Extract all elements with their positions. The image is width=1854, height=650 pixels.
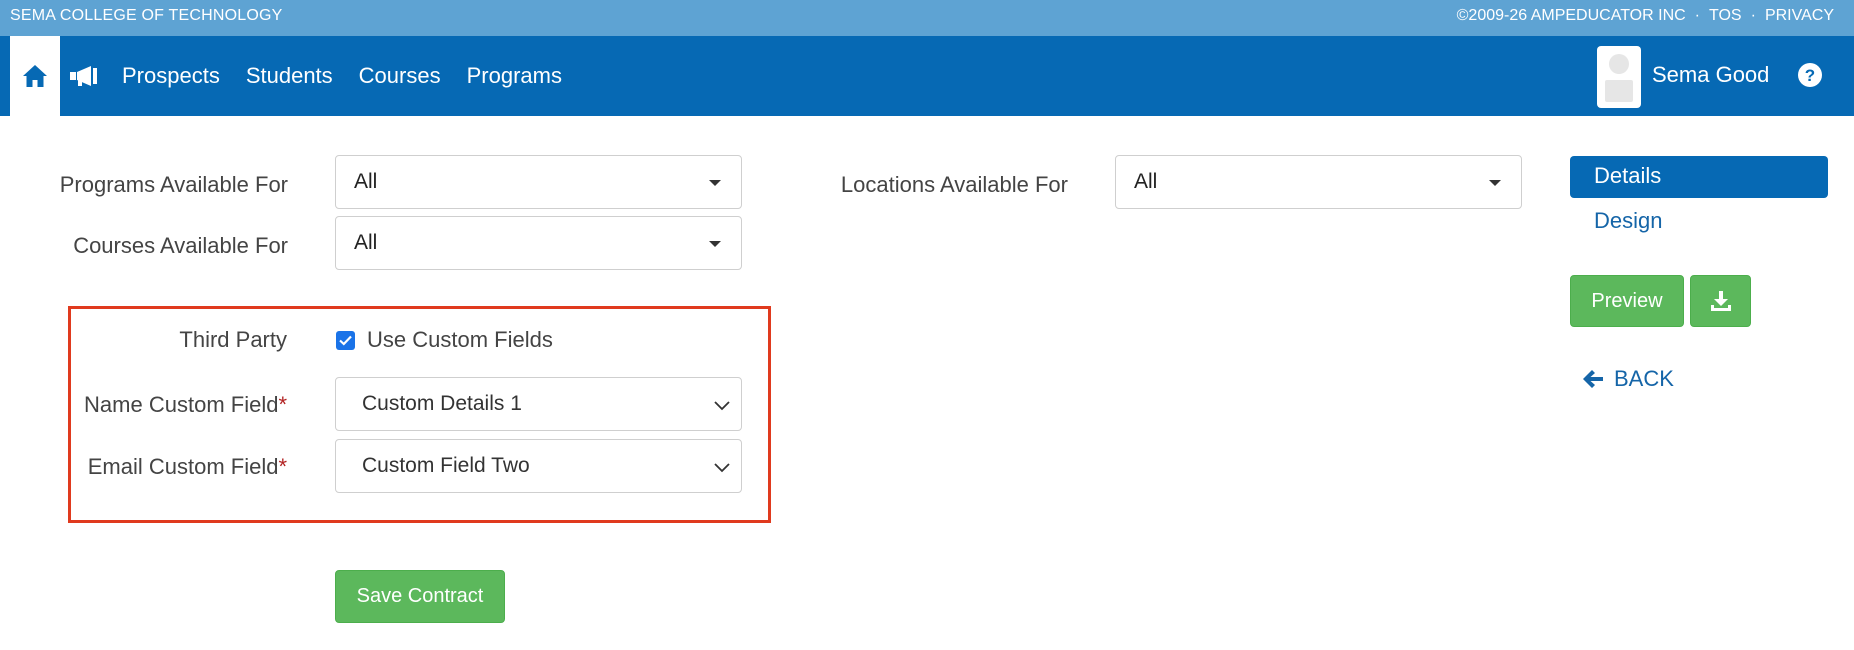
nav-programs[interactable]: Programs — [467, 63, 562, 89]
programs-available-label: Programs Available For — [59, 172, 288, 197]
download-button[interactable] — [1690, 275, 1751, 327]
chevron-down-icon — [714, 463, 730, 473]
download-icon — [1710, 291, 1731, 311]
required-marker: * — [278, 392, 287, 417]
avatar-body — [1605, 80, 1633, 102]
tos-link[interactable]: TOS — [1709, 7, 1742, 25]
use-custom-fields-label[interactable]: Use Custom Fields — [367, 327, 553, 353]
email-custom-field-text: Email Custom Field — [87, 454, 279, 479]
email-custom-field-value: Custom Field Two — [362, 454, 530, 477]
preview-button[interactable]: Preview — [1570, 275, 1684, 327]
privacy-link[interactable]: PRIVACY — [1765, 7, 1834, 25]
school-name: SEMA COLLEGE OF TECHNOLOGY — [10, 7, 283, 24]
nav-courses[interactable]: Courses — [359, 63, 441, 89]
sidebar-item-design[interactable]: Design — [1594, 208, 1662, 234]
programs-available-value: All — [354, 170, 378, 193]
email-custom-field-select[interactable]: Custom Field Two — [335, 439, 742, 493]
caret-down-icon — [709, 180, 721, 186]
checkmark-icon — [339, 335, 352, 346]
courses-available-select[interactable]: All — [335, 216, 742, 270]
name-custom-field-label: Name Custom Field* — [70, 392, 287, 418]
arrow-left-icon — [1583, 370, 1603, 388]
locations-available-select[interactable]: All — [1115, 155, 1522, 209]
courses-available-label: Courses Available For — [73, 233, 288, 258]
programs-available-select[interactable]: All — [335, 155, 742, 209]
name-custom-field-value: Custom Details 1 — [362, 392, 522, 415]
save-contract-button[interactable]: Save Contract — [335, 570, 505, 623]
footer-links: ©2009-26 AMPEDUCATOR INC · TOS · PRIVACY — [1457, 7, 1834, 25]
courses-available-value: All — [354, 231, 378, 254]
copyright-text: ©2009-26 AMPEDUCATOR INC — [1456, 7, 1686, 24]
home-icon — [23, 65, 47, 87]
name-custom-field-select[interactable]: Custom Details 1 — [335, 377, 742, 431]
caret-down-icon — [1489, 180, 1501, 186]
home-button[interactable] — [10, 36, 60, 116]
name-custom-field-text: Name Custom Field — [84, 392, 279, 417]
email-custom-field-label: Email Custom Field* — [70, 454, 287, 480]
back-link[interactable]: BACK — [1582, 366, 1674, 392]
question-circle-icon[interactable]: ? — [1797, 62, 1823, 88]
caret-down-icon — [709, 241, 721, 247]
sidebar-item-details[interactable]: Details — [1570, 156, 1828, 198]
main-navbar: Prospects Students Courses Programs Sema… — [0, 36, 1854, 116]
nav-links: Prospects Students Courses Programs — [122, 36, 588, 116]
megaphone-icon — [70, 66, 97, 86]
user-name[interactable]: Sema Good — [1652, 62, 1769, 88]
chevron-down-icon — [714, 401, 730, 411]
separator: · — [1750, 7, 1756, 24]
locations-available-value: All — [1134, 170, 1158, 193]
avatar[interactable] — [1597, 46, 1641, 108]
top-utility-bar: SEMA COLLEGE OF TECHNOLOGY ©2009-26 AMPE… — [0, 0, 1854, 36]
nav-students[interactable]: Students — [246, 63, 333, 89]
svg-text:?: ? — [1805, 66, 1815, 85]
nav-prospects[interactable]: Prospects — [122, 63, 220, 89]
announcements-button[interactable] — [68, 60, 100, 92]
third-party-label: Third Party — [179, 327, 287, 352]
separator: · — [1694, 7, 1700, 24]
required-marker: * — [278, 454, 287, 479]
back-label: BACK — [1614, 366, 1674, 391]
use-custom-fields-checkbox[interactable] — [336, 331, 355, 350]
locations-available-label: Locations Available For — [840, 172, 1068, 197]
avatar-head — [1609, 54, 1629, 74]
